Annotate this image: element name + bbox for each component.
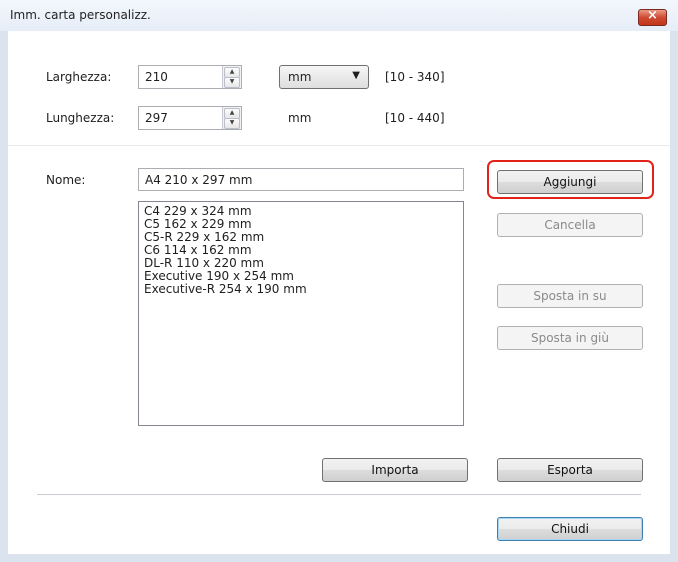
length-range: [10 - 440] bbox=[385, 111, 445, 125]
spin-down-arrow-icon[interactable]: ▼ bbox=[224, 118, 240, 129]
length-label: Lunghezza: bbox=[46, 111, 115, 125]
section-separator bbox=[8, 145, 670, 146]
add-button[interactable]: Aggiungi bbox=[497, 170, 643, 194]
length-spin-controls: ▲ ▼ bbox=[222, 107, 241, 129]
close-window-button[interactable]: × bbox=[638, 8, 667, 26]
width-range: [10 - 340] bbox=[385, 70, 445, 84]
import-button[interactable]: Importa bbox=[322, 458, 468, 482]
move-up-button[interactable]: Sposta in su bbox=[497, 284, 643, 308]
close-button[interactable]: Chiudi bbox=[497, 517, 643, 541]
delete-button[interactable]: Cancella bbox=[497, 213, 643, 237]
name-field[interactable]: A4 210 x 297 mm bbox=[138, 168, 464, 191]
move-down-button[interactable]: Sposta in giù bbox=[497, 326, 643, 350]
close-icon: × bbox=[647, 8, 658, 23]
length-value[interactable]: 297 bbox=[145, 111, 168, 125]
unit-selected-value: mm bbox=[288, 70, 312, 84]
name-value[interactable]: A4 210 x 297 mm bbox=[145, 173, 252, 187]
list-item[interactable]: Executive-R 254 x 190 mm bbox=[144, 283, 458, 296]
title-bar[interactable]: Imm. carta personalizz. × bbox=[0, 0, 678, 32]
window-frame-right bbox=[670, 31, 678, 562]
spin-down-arrow-icon[interactable]: ▼ bbox=[224, 77, 240, 88]
length-spinner[interactable]: 297 ▲ ▼ bbox=[138, 106, 242, 130]
name-label: Nome: bbox=[46, 173, 86, 187]
window-frame-left bbox=[0, 31, 8, 562]
unit-dropdown[interactable]: mm ▼ bbox=[279, 65, 369, 89]
dialog-window: Imm. carta personalizz. × Larghezza: 210… bbox=[0, 0, 678, 562]
window-frame-bottom bbox=[0, 554, 678, 562]
width-value[interactable]: 210 bbox=[145, 70, 168, 84]
export-button[interactable]: Esporta bbox=[497, 458, 643, 482]
width-label: Larghezza: bbox=[46, 70, 112, 84]
width-spin-controls: ▲ ▼ bbox=[222, 66, 241, 88]
length-unit: mm bbox=[288, 111, 312, 125]
paper-size-list[interactable]: C4 229 x 324 mm C5 162 x 229 mm C5-R 229… bbox=[138, 201, 464, 426]
bottom-divider bbox=[37, 494, 641, 495]
window-title: Imm. carta personalizz. bbox=[10, 8, 151, 22]
width-spinner[interactable]: 210 ▲ ▼ bbox=[138, 65, 242, 89]
chevron-down-icon: ▼ bbox=[352, 70, 360, 81]
